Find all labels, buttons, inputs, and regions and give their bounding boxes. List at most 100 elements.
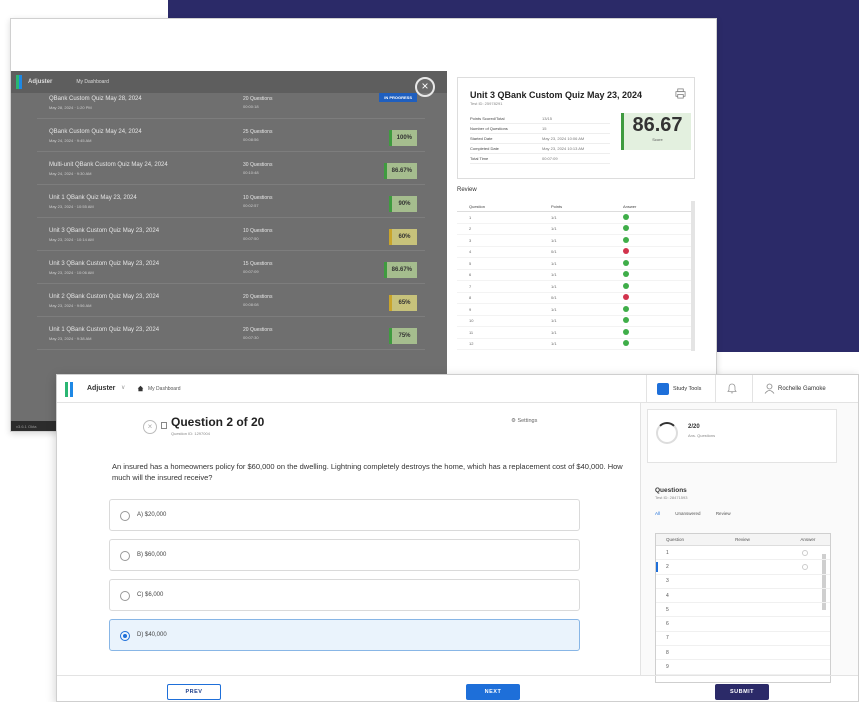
- answered-check-icon: [802, 563, 808, 570]
- question-nav-row[interactable]: 3: [656, 575, 830, 589]
- settings-button[interactable]: ⚙ Settings: [511, 418, 537, 424]
- quiz-question-count: 15 Questions: [243, 261, 273, 267]
- brand-name[interactable]: Adjuster: [87, 385, 115, 392]
- review-answer-cell: [623, 282, 663, 290]
- quiz-title[interactable]: QBank Custom Quiz May 24, 2024: [49, 129, 142, 135]
- summary-key: Completed Date: [470, 146, 499, 151]
- quiz-title[interactable]: Unit 3 QBank Custom Quiz May 23, 2024: [49, 228, 159, 234]
- chevron-down-icon[interactable]: ∨: [121, 384, 125, 391]
- quiz-title[interactable]: Unit 3 QBank Custom Quiz May 23, 2024: [49, 261, 159, 267]
- dashboard-link[interactable]: My Dashboard: [148, 386, 181, 392]
- progress-ring: [656, 422, 678, 444]
- quiz-history-row[interactable]: Unit 1 QBank Quiz May 23, 2024 May 23, 20…: [37, 188, 425, 218]
- quiz-duration: 00:07:50: [243, 236, 259, 241]
- question-nav-row[interactable]: 9: [656, 660, 830, 675]
- answer-option[interactable]: D) $40,000: [109, 619, 580, 651]
- question-table: Question Review Answer 1 2 3 4 5 6 7 8 9: [655, 533, 831, 683]
- review-table-header: Question Points Answer: [457, 201, 695, 212]
- questions-heading: Questions: [655, 487, 687, 494]
- question-id: Question ID: 1297004: [171, 431, 210, 436]
- brand-name[interactable]: Adjuster: [28, 79, 52, 85]
- quiz-footer: PREV NEXT SUBMIT: [57, 675, 858, 701]
- quiz-history-row[interactable]: QBank Custom Quiz May 24, 2024 May 24, 20…: [37, 122, 425, 152]
- quiz-title[interactable]: Unit 1 QBank Quiz May 23, 2024: [49, 195, 137, 201]
- quiz-duration: 00:02:57: [243, 203, 259, 208]
- quiz-question-count: 25 Questions: [243, 129, 273, 135]
- quiz-history-row[interactable]: Unit 1 QBank Custom Quiz May 23, 2024 May…: [37, 320, 425, 350]
- user-icon[interactable]: [764, 383, 775, 394]
- review-points: 0/1: [551, 249, 557, 255]
- summary-row: Points Scored/Total 13/15: [470, 114, 610, 124]
- col-review: Review: [735, 537, 750, 542]
- review-row[interactable]: 11 1/1: [457, 327, 695, 339]
- quiz-title[interactable]: QBank Custom Quiz May 28, 2024: [49, 96, 142, 102]
- quiz-detail-test-id: Test ID: 25978291: [470, 101, 503, 106]
- col-answer: Answer: [800, 537, 816, 542]
- question-nav-row[interactable]: 2: [656, 560, 830, 575]
- study-tools-button[interactable]: Study Tools: [673, 386, 701, 392]
- answer-option[interactable]: A) $20,000: [109, 499, 580, 531]
- user-name[interactable]: Rochelle Gamoke: [778, 386, 826, 392]
- review-row[interactable]: 10 1/1: [457, 316, 695, 327]
- quiz-history-row[interactable]: QBank Custom Quiz May 28, 2024 May 28, 20…: [37, 89, 425, 119]
- prev-button[interactable]: PREV: [167, 684, 221, 700]
- dashboard-link[interactable]: My Dashboard: [76, 79, 109, 85]
- quiz-history-row[interactable]: Unit 2 QBank Custom Quiz May 23, 2024 May…: [37, 287, 425, 317]
- quiz-title[interactable]: Unit 2 QBank Custom Quiz May 23, 2024: [49, 294, 159, 300]
- radio-button[interactable]: [120, 591, 130, 601]
- quiz-title[interactable]: Unit 1 QBank Custom Quiz May 23, 2024: [49, 327, 159, 333]
- review-row[interactable]: 12 1/1: [457, 339, 695, 350]
- home-icon[interactable]: [137, 385, 144, 392]
- quiz-date: May 28, 2024 · 1:20 PM: [49, 105, 92, 110]
- question-nav-row[interactable]: 1: [656, 546, 830, 561]
- radio-button[interactable]: [120, 631, 130, 641]
- review-row[interactable]: 1 1/1: [457, 212, 695, 224]
- quiz-history-row[interactable]: Multi-unit QBank Custom Quiz May 24, 202…: [37, 155, 425, 185]
- results-window: Adjuster My Dashboard × QBank Custom Qui…: [10, 18, 717, 432]
- quiz-score-badge: 86.67%: [383, 163, 417, 179]
- question-nav-row[interactable]: 8: [656, 646, 830, 661]
- answer-option[interactable]: C) $6,000: [109, 579, 580, 611]
- review-question-number: 11: [469, 329, 474, 335]
- next-button[interactable]: NEXT: [466, 684, 520, 700]
- review-row[interactable]: 9 1/1: [457, 304, 695, 316]
- flag-checkbox[interactable]: [161, 422, 167, 429]
- tab-review[interactable]: Review: [716, 511, 731, 516]
- summary-value: May 23, 2024 10:13 AM: [542, 146, 585, 151]
- radio-button[interactable]: [120, 551, 130, 561]
- submit-button[interactable]: SUBMIT: [715, 684, 769, 700]
- review-scrollbar[interactable]: [691, 201, 695, 351]
- review-row[interactable]: 4 0/1: [457, 247, 695, 258]
- review-row[interactable]: 8 0/1: [457, 293, 695, 304]
- radio-button[interactable]: [120, 511, 130, 521]
- quiz-window: Adjuster ∨ My Dashboard Study Tools Roch…: [56, 374, 859, 702]
- review-row[interactable]: 5 1/1: [457, 258, 695, 270]
- review-heading: Review: [457, 187, 477, 193]
- study-tools-icon[interactable]: [657, 383, 669, 395]
- review-row[interactable]: 3 1/1: [457, 235, 695, 247]
- question-table-header: Question Review Answer: [656, 534, 830, 546]
- review-answer-cell: [623, 317, 663, 324]
- review-row[interactable]: 6 1/1: [457, 270, 695, 281]
- bell-icon[interactable]: [727, 383, 737, 394]
- quiz-history-row[interactable]: Unit 3 QBank Custom Quiz May 23, 2024 May…: [37, 254, 425, 284]
- question-nav-row[interactable]: 7: [656, 632, 830, 647]
- question-filter-tabs: All Unanswered Review: [655, 511, 745, 516]
- review-row[interactable]: 7 1/1: [457, 281, 695, 293]
- question-title: Question 2 of 20: [171, 415, 265, 429]
- exit-quiz-icon[interactable]: ×: [143, 420, 157, 434]
- tab-unanswered[interactable]: Unanswered: [675, 511, 700, 516]
- print-icon[interactable]: [675, 88, 686, 99]
- question-nav-row[interactable]: 6: [656, 617, 830, 632]
- review-answer-cell: [623, 340, 663, 347]
- review-question-number: 3: [469, 237, 472, 243]
- question-nav-row[interactable]: 5: [656, 603, 830, 618]
- question-nav-row[interactable]: 4: [656, 589, 830, 604]
- tab-all[interactable]: All: [655, 511, 660, 516]
- quiz-duration: 00:10:48: [243, 170, 259, 175]
- quiz-title[interactable]: Multi-unit QBank Custom Quiz May 24, 202…: [49, 162, 168, 168]
- answer-option[interactable]: B) $60,000: [109, 539, 580, 571]
- review-row[interactable]: 2 1/1: [457, 224, 695, 235]
- quiz-history-row[interactable]: Unit 3 QBank Custom Quiz May 23, 2024 May…: [37, 221, 425, 251]
- review-col-answer: Answer: [623, 203, 637, 209]
